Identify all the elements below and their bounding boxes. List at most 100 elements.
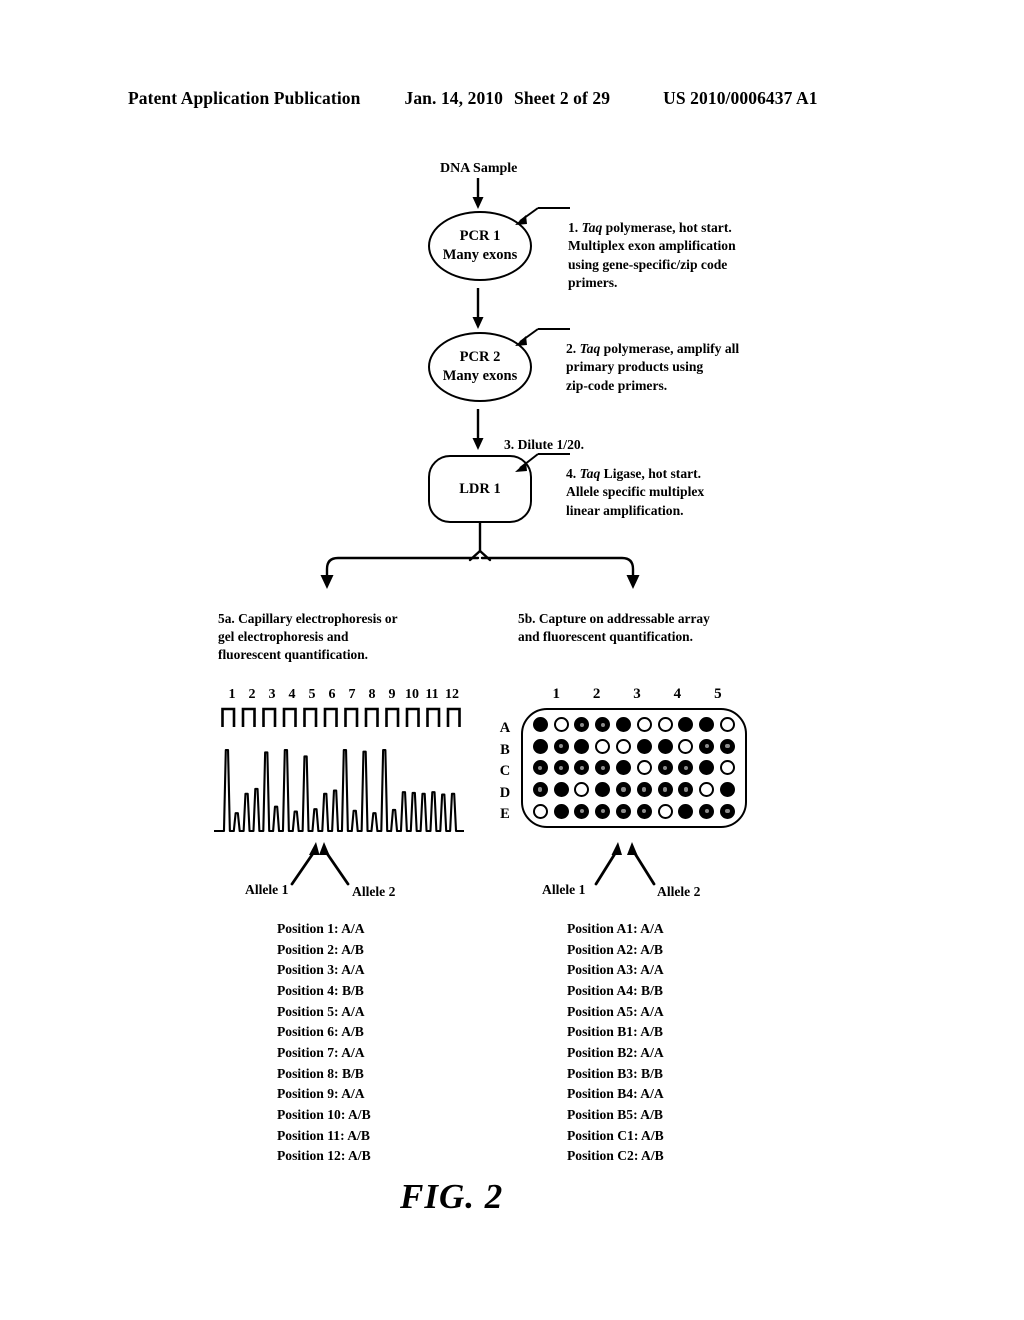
position-item-right-7: Position B2: A/A	[567, 1044, 664, 1060]
array-row-letter-column: ABCDE	[497, 718, 513, 826]
array-spot-C10[interactable]	[720, 760, 736, 776]
left-allele-1-label: Allele 1	[245, 882, 289, 897]
array-spot-A9[interactable]	[699, 717, 715, 733]
array-spot-A1[interactable]	[532, 717, 548, 733]
array-spot-B3[interactable]	[574, 738, 590, 754]
arrow-pcr1-to-pcr2	[472, 288, 484, 329]
array-spot-D6[interactable]	[636, 782, 652, 798]
array-spot-E3[interactable]	[574, 803, 590, 819]
arrow-sample-to-pcr1	[472, 178, 484, 209]
array-spot-B5[interactable]	[616, 738, 632, 754]
array-row-label-E: E	[500, 806, 510, 823]
array-spot-E4[interactable]	[595, 803, 611, 819]
dna-sample-label: DNA Sample	[440, 161, 518, 176]
array-spot-C3[interactable]	[574, 760, 590, 776]
branch-fork	[320, 523, 640, 589]
position-item-right-11: Position C1: A/B	[567, 1127, 664, 1143]
array-spot-B8[interactable]	[678, 738, 694, 754]
array-row-label-B: B	[500, 741, 510, 758]
array-spot-C9[interactable]	[699, 760, 715, 776]
node-pcr1-line1: PCR 1	[459, 228, 501, 245]
right-allele-2-label: Allele 2	[657, 884, 701, 899]
lane-bracket-6	[323, 707, 338, 727]
position-item-left-9: Position 9: A/A	[277, 1086, 365, 1102]
position-item-right-12: Position C2: A/B	[567, 1148, 664, 1164]
array-spot-C4[interactable]	[595, 760, 611, 776]
array-spot-B4[interactable]	[595, 738, 611, 754]
node-pcr1-line2: Many exons	[442, 247, 518, 263]
array-spot-B9[interactable]	[699, 738, 715, 754]
lane-number-4: 4	[288, 687, 296, 702]
array-spot-A5[interactable]	[616, 717, 632, 733]
step-4-number: 4.	[566, 466, 577, 482]
lane-number-row: 1 2 3 4 5 6 7 8 9 10 11 12	[222, 687, 462, 703]
array-spot-C1[interactable]	[532, 760, 548, 776]
array-spot-D5[interactable]	[616, 782, 632, 798]
lane-bracket-markers	[221, 707, 461, 727]
array-spot-A4[interactable]	[595, 717, 611, 733]
array-spot-D10[interactable]	[720, 782, 736, 798]
array-spot-E5[interactable]	[616, 803, 632, 819]
array-spot-C5[interactable]	[616, 760, 632, 776]
array-spot-C7[interactable]	[657, 760, 673, 776]
array-spot-C8[interactable]	[678, 760, 694, 776]
leader-step1	[515, 207, 570, 225]
lane-number-11: 11	[425, 687, 439, 702]
right-allele-1-label: Allele 1	[542, 882, 586, 897]
lane-bracket-4	[282, 707, 297, 727]
array-spot-D2[interactable]	[553, 782, 569, 798]
array-spot-B6[interactable]	[636, 738, 652, 754]
step-4-text: 4. Taq Ligase, hot start. Allele specifi…	[566, 447, 704, 520]
node-pcr2-line2: Many exons	[442, 368, 518, 384]
step-4-emphasis: Taq	[579, 466, 601, 482]
array-spot-B2[interactable]	[553, 738, 569, 754]
array-spot-A3[interactable]	[574, 717, 590, 733]
position-item-right-8: Position B3: B/B	[567, 1065, 663, 1081]
leader-step2	[515, 328, 570, 346]
array-spot-E9[interactable]	[699, 803, 715, 819]
array-spot-C6[interactable]	[636, 760, 652, 776]
leader-step4	[515, 453, 570, 472]
position-item-right-5: Position A5: A/A	[567, 1003, 664, 1019]
array-column-label-4: 4	[673, 686, 682, 702]
header-patent-number: US 2010/0006437 A1	[663, 88, 818, 108]
array-spot-D3[interactable]	[574, 782, 590, 798]
position-item-left-7: Position 7: A/A	[277, 1044, 365, 1060]
array-spot-D1[interactable]	[532, 782, 548, 798]
array-spot-D9[interactable]	[699, 782, 715, 798]
array-spot-E1[interactable]	[532, 803, 548, 819]
lane-number-12: 12	[445, 687, 459, 702]
array-row-label-D: D	[499, 784, 511, 801]
array-spot-D8[interactable]	[678, 782, 694, 798]
array-spot-grid	[530, 714, 738, 822]
position-list-left: Position 1: A/A Position 2: A/B Position 3…	[277, 919, 371, 1167]
array-column-label-5: 5	[714, 686, 722, 702]
array-spot-B7[interactable]	[657, 738, 673, 754]
array-spot-A8[interactable]	[678, 717, 694, 733]
node-pcr2-line1: PCR 2	[459, 349, 501, 366]
array-spot-D7[interactable]	[657, 782, 673, 798]
lane-number-2: 2	[248, 687, 256, 702]
step-1-number: 1.	[568, 220, 579, 236]
array-spot-A7[interactable]	[657, 717, 673, 733]
lane-bracket-2	[241, 707, 256, 727]
array-spot-B10[interactable]	[720, 738, 736, 754]
position-item-left-4: Position 4: B/B	[277, 982, 364, 998]
array-spot-A2[interactable]	[553, 717, 569, 733]
array-spot-D4[interactable]	[595, 782, 611, 798]
array-spot-E10[interactable]	[720, 803, 736, 819]
position-item-right-1: Position A1: A/A	[567, 921, 664, 936]
lane-bracket-8	[364, 707, 379, 727]
array-spot-E2[interactable]	[553, 803, 569, 819]
array-spot-A6[interactable]	[636, 717, 652, 733]
position-item-right-4: Position A4: B/B	[567, 982, 663, 998]
array-spot-E6[interactable]	[636, 803, 652, 819]
allele-arrows-right	[594, 842, 656, 886]
array-spot-E8[interactable]	[678, 803, 694, 819]
array-spot-C2[interactable]	[553, 760, 569, 776]
array-spot-E7[interactable]	[657, 803, 673, 819]
array-column-label-3: 3	[633, 686, 641, 702]
array-spot-B1[interactable]	[532, 738, 548, 754]
array-spot-A10[interactable]	[720, 717, 736, 733]
position-item-right-9: Position B4: A/A	[567, 1086, 664, 1102]
